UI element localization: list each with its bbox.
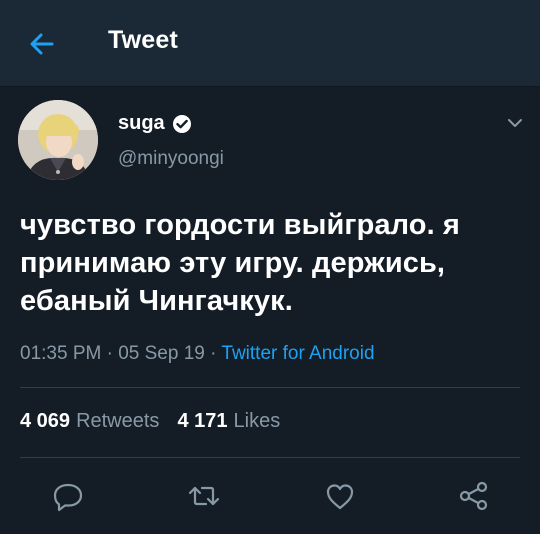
- back-button[interactable]: [22, 24, 62, 64]
- arrow-left-icon: [30, 33, 54, 55]
- tweet-text: чувство гордости выйграло. я принимаю эт…: [20, 209, 460, 317]
- meta-separator: ·: [210, 343, 217, 364]
- reply-icon: [53, 483, 83, 512]
- divider: [20, 457, 520, 458]
- retweets-stat[interactable]: 4 069 Retweets: [20, 410, 159, 432]
- retweet-button[interactable]: [184, 476, 224, 516]
- chevron-down-icon: [508, 119, 522, 127]
- divider: [20, 387, 520, 388]
- heart-icon: [326, 484, 354, 510]
- verified-badge-icon: [172, 114, 191, 133]
- avatar-photo: [18, 100, 98, 180]
- tweet-source-link[interactable]: Twitter for Android: [221, 343, 374, 364]
- tweet-stats: 4 069 Retweets 4 171 Likes: [20, 410, 280, 433]
- more-options-button[interactable]: [500, 110, 530, 136]
- header-bar: Tweet: [0, 0, 540, 87]
- avatar[interactable]: [18, 100, 98, 180]
- page-title: Tweet: [108, 26, 178, 54]
- likes-label: Likes: [233, 410, 281, 432]
- likes-stat[interactable]: 4 171 Likes: [177, 410, 280, 432]
- meta-separator: ·: [106, 343, 113, 364]
- tweet-metadata: 01:35 PM · 05 Sep 19 · Twitter for Andro…: [20, 343, 375, 365]
- likes-count: 4 171: [177, 410, 228, 432]
- author-name-row[interactable]: suga: [118, 112, 192, 135]
- retweets-label: Retweets: [76, 410, 160, 432]
- tweet-time: 01:35 PM: [20, 343, 102, 364]
- retweet-icon: [188, 486, 220, 506]
- like-button[interactable]: [320, 476, 360, 516]
- retweets-count: 4 069: [20, 410, 71, 432]
- tweet-date: 05 Sep 19: [118, 343, 205, 364]
- tweet-actions: [0, 476, 540, 516]
- share-button[interactable]: [454, 476, 494, 516]
- author-handle[interactable]: @minyoongi: [118, 148, 224, 170]
- author-name: suga: [118, 112, 165, 134]
- reply-button[interactable]: [48, 476, 88, 516]
- share-icon: [459, 481, 488, 511]
- tweet-detail-screen: Tweet suga @minyoongi чувство гордости в…: [0, 0, 540, 534]
